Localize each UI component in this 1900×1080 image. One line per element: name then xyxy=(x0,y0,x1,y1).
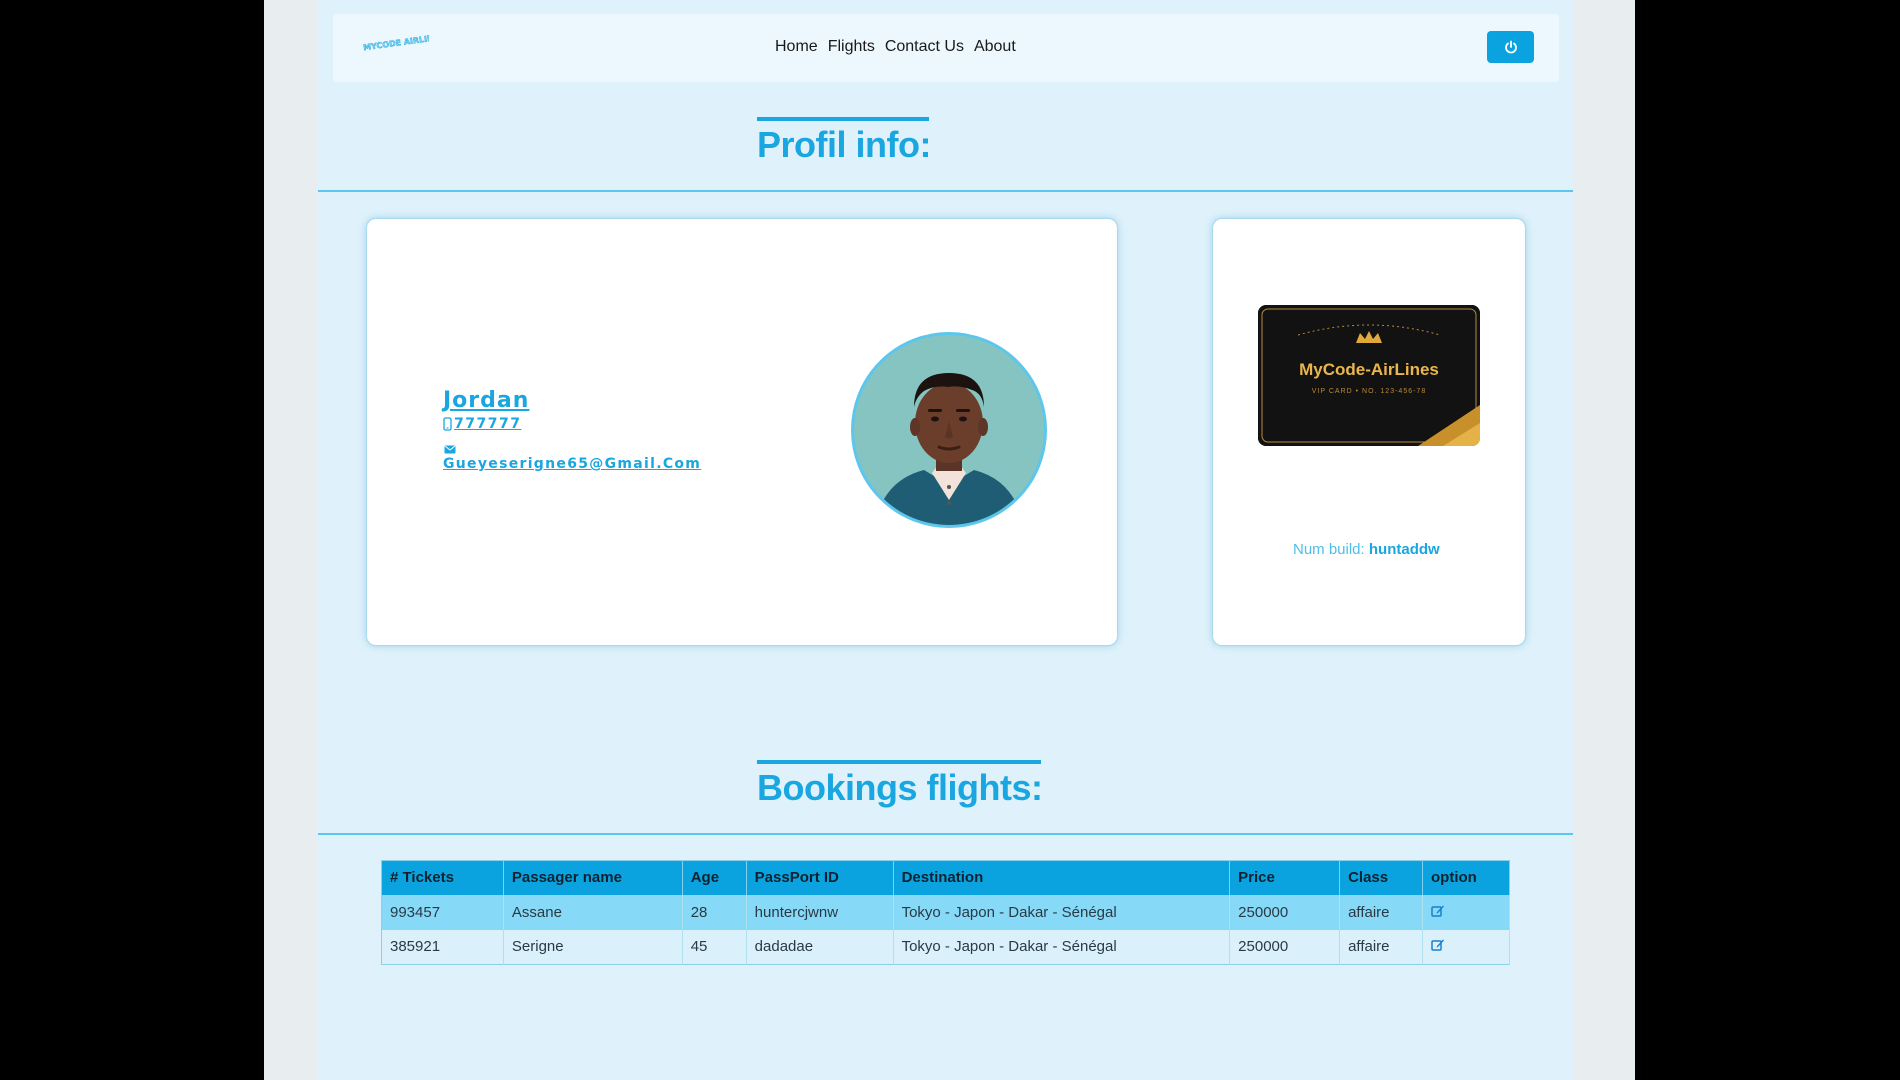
column-header: Price xyxy=(1229,860,1341,895)
column-header: Class xyxy=(1339,860,1424,895)
column-header: option xyxy=(1422,860,1510,895)
profile-name-link[interactable]: Jordan xyxy=(443,388,529,413)
nav-home-link[interactable]: Home xyxy=(775,38,818,56)
passport-cell: huntercjwnw xyxy=(746,894,894,930)
profile-phone-text: 777777 xyxy=(454,416,522,432)
bookings-title-bar xyxy=(757,760,1041,764)
option-cell xyxy=(1422,894,1510,930)
passenger-cell: Serigne xyxy=(503,929,683,965)
age-cell: 28 xyxy=(682,894,747,930)
profile-divider xyxy=(318,190,1573,192)
logo-text: MYCODE AIRLINES xyxy=(363,32,429,52)
power-icon xyxy=(1504,40,1517,54)
age-cell: 45 xyxy=(682,929,747,965)
phone-icon xyxy=(443,417,452,431)
destination-cell: Tokyo - Japon - Dakar - Sénégal xyxy=(893,929,1231,965)
vip-card-image: MyCode-AirLines VIP CARD • NO. 123-456-7… xyxy=(1258,305,1480,446)
column-header: Age xyxy=(682,860,747,895)
bookings-title: Bookings flights: xyxy=(757,767,1043,808)
profile-title-bar xyxy=(757,117,929,121)
column-header: # Tickets xyxy=(381,860,504,895)
profile-title: Profil info: xyxy=(757,124,931,165)
table-row: 385921 Serigne 45 dadadae Tokyo - Japon … xyxy=(381,929,1510,965)
price-cell: 250000 xyxy=(1229,894,1341,930)
profile-phone-link[interactable]: 777777 xyxy=(443,416,521,432)
table-header-row: # Tickets Passager name Age PassPort ID … xyxy=(381,860,1510,895)
passport-cell: dadadae xyxy=(746,929,894,965)
column-header: PassPort ID xyxy=(746,860,894,895)
option-cell xyxy=(1422,929,1510,965)
num-build: Num build: huntaddw xyxy=(1293,541,1440,558)
edit-icon[interactable] xyxy=(1431,938,1445,955)
ticket-cell: 385921 xyxy=(381,929,504,965)
vip-card-number: VIP CARD • NO. 123-456-78 xyxy=(1312,388,1426,395)
destination-cell: Tokyo - Japon - Dakar - Sénégal xyxy=(893,894,1231,930)
vip-card-brand: MyCode-AirLines xyxy=(1299,360,1439,379)
edit-icon[interactable] xyxy=(1431,904,1445,921)
nav-about-link[interactable]: About xyxy=(974,38,1016,56)
passenger-cell: Assane xyxy=(503,894,683,930)
logout-button[interactable] xyxy=(1487,31,1534,63)
class-cell: affaire xyxy=(1339,894,1424,930)
price-cell: 250000 xyxy=(1229,929,1341,965)
column-header: Passager name xyxy=(503,860,683,895)
column-header: Destination xyxy=(893,860,1231,895)
ticket-cell: 993457 xyxy=(381,894,504,930)
nav-links: Home Flights Contact Us About xyxy=(775,38,1016,56)
site-logo[interactable]: MYCODE AIRLINES xyxy=(361,30,445,58)
bookings-table: # Tickets Passager name Age PassPort ID … xyxy=(381,860,1510,965)
table-row: 993457 Assane 28 huntercjwnw Tokyo - Jap… xyxy=(381,894,1510,930)
profile-email-link[interactable]: Gueyeserigne65@Gmail.Com xyxy=(443,456,701,472)
num-build-label: Num build: xyxy=(1293,541,1365,558)
bookings-divider xyxy=(318,833,1573,835)
nav-flights-link[interactable]: Flights xyxy=(828,38,875,56)
avatar xyxy=(851,332,1047,528)
num-build-value: huntaddw xyxy=(1368,541,1440,558)
nav-contact-link[interactable]: Contact Us xyxy=(885,38,964,56)
class-cell: affaire xyxy=(1339,929,1424,965)
